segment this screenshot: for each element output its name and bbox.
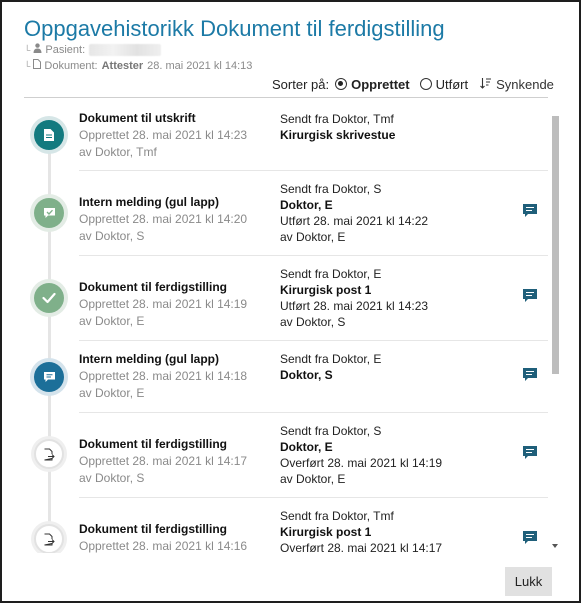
entry-routing: Sendt fra Doktor, S Doktor, E Overført 2… <box>280 423 442 487</box>
message-icon[interactable] <box>522 203 538 219</box>
document-icon <box>34 120 64 150</box>
entry-separator <box>79 412 548 413</box>
entry-routing: Sendt fra Doktor, E Doktor, S <box>280 351 381 383</box>
entry-title: Dokument til ferdigstilling <box>79 522 228 536</box>
history-entry: Dokument til utskrift Opprettet 28. mai … <box>24 98 548 170</box>
entry-routing: Sendt fra Doktor, S Doktor, E Utført 28.… <box>280 181 428 245</box>
sort-direction-toggle[interactable]: Synkende <box>480 77 554 92</box>
patient-name-redacted <box>89 43 162 56</box>
history-entry: Dokument til ferdigstilling Opprettet 28… <box>24 412 548 497</box>
history-entry: Dokument til ferdigstilling Opprettet 28… <box>24 497 548 553</box>
message-icon[interactable] <box>522 367 538 383</box>
entry-title: Dokument til ferdigstilling <box>79 280 228 294</box>
document-line: └ Dokument: Attester 28. mai 2021 kl 14:… <box>24 59 252 72</box>
entry-recipient: Kirurgisk skrivestue <box>280 128 396 142</box>
entry-created: Opprettet 28. mai 2021 kl 14:16 <box>79 539 248 553</box>
history-entry: Intern melding (gul lapp) Opprettet 28. … <box>24 170 548 255</box>
sort-done-radio[interactable] <box>419 78 432 90</box>
document-forward-icon <box>34 524 64 553</box>
entry-transferred: Overført 28. mai 2021 kl 14:17 <box>280 541 443 553</box>
history-list[interactable]: Dokument til utskrift Opprettet 28. mai … <box>24 98 548 553</box>
document-forward-icon <box>34 439 64 469</box>
entry-info: Dokument til ferdigstilling Opprettet 28… <box>79 436 247 487</box>
entry-recipient: Kirurgisk post 1 <box>280 525 372 539</box>
document-outline-icon <box>33 59 42 72</box>
entry-created: Opprettet 28. mai 2021 kl 14:20 <box>79 212 248 226</box>
sort-done-label[interactable]: Utført <box>436 77 469 92</box>
sort-label: Sorter på: <box>272 76 330 92</box>
sort-created-radio[interactable] <box>335 78 348 90</box>
message-icon[interactable] <box>522 288 538 304</box>
entry-routing: Sendt fra Doktor, Tmf Kirurgisk skrivest… <box>280 111 395 143</box>
message-icon[interactable] <box>522 445 538 461</box>
document-label: Dokument: <box>44 59 98 72</box>
entry-info: Dokument til utskrift Opprettet 28. mai … <box>79 110 247 161</box>
message-check-icon <box>34 198 64 228</box>
entry-done: Utført 28. mai 2021 kl 14:22 <box>280 214 429 228</box>
entry-separator <box>79 255 548 256</box>
entry-created: Opprettet 28. mai 2021 kl 14:17 <box>79 454 248 468</box>
entry-created-by: av Doktor, E <box>79 314 145 328</box>
document-date: 28. mai 2021 kl 14:13 <box>147 59 253 72</box>
entry-created-by: av Doktor, S <box>79 471 145 485</box>
entry-info: Dokument til ferdigstilling Opprettet 28… <box>79 521 247 553</box>
dialog-title: Oppgavehistorikk Dokument til ferdigstil… <box>24 16 445 41</box>
entry-routing: Sendt fra Doktor, E Kirurgisk post 1 Utf… <box>280 266 428 330</box>
entry-created-by: av Doktor, Tmf <box>79 145 157 159</box>
entry-created-by: av Doktor, E <box>79 386 145 400</box>
entry-sent-from: Sendt fra Doktor, Tmf <box>280 112 394 126</box>
check-icon <box>34 283 64 313</box>
entry-title: Intern melding (gul lapp) <box>79 352 219 366</box>
entry-sent-from: Sendt fra Doktor, E <box>280 352 382 366</box>
message-icon <box>34 362 64 392</box>
entry-separator <box>79 340 548 341</box>
entry-title: Intern melding (gul lapp) <box>79 195 219 209</box>
scroll-down-arrow-icon[interactable] <box>552 544 558 548</box>
entry-done-by: av Doktor, S <box>280 315 346 329</box>
sort-created-label[interactable]: Opprettet <box>351 77 410 92</box>
entry-sent-from: Sendt fra Doktor, S <box>280 182 382 196</box>
entry-done-by: av Doktor, E <box>280 230 346 244</box>
history-entry: Dokument til ferdigstilling Opprettet 28… <box>24 255 548 340</box>
entry-done: Utført 28. mai 2021 kl 14:23 <box>280 299 429 313</box>
sort-bar: Sorter på: Opprettet Utført Synkende <box>272 75 554 93</box>
patient-line: └ Pasient: <box>24 43 162 56</box>
patient-label: Pasient: <box>45 43 86 56</box>
entry-recipient: Doktor, S <box>280 368 333 382</box>
entry-created-by: av Doktor, S <box>79 229 145 243</box>
document-type: Attester <box>101 59 144 72</box>
person-icon <box>33 43 42 56</box>
entry-transferred-by: av Doktor, E <box>280 472 346 486</box>
entry-routing: Sendt fra Doktor, Tmf Kirurgisk post 1 O… <box>280 508 442 553</box>
message-icon[interactable] <box>522 530 538 546</box>
scrollbar[interactable] <box>551 114 560 554</box>
sort-descending-icon <box>480 77 492 92</box>
entry-sent-from: Sendt fra Doktor, S <box>280 424 382 438</box>
entry-info: Intern melding (gul lapp) Opprettet 28. … <box>79 194 247 245</box>
tree-corner-icon: └ <box>24 60 31 71</box>
task-history-dialog: Oppgavehistorikk Dokument til ferdigstil… <box>0 0 581 603</box>
entry-separator <box>79 497 548 498</box>
entry-created: Opprettet 28. mai 2021 kl 14:23 <box>79 128 248 142</box>
entry-sent-from: Sendt fra Doktor, Tmf <box>280 509 394 523</box>
entry-created: Opprettet 28. mai 2021 kl 14:19 <box>79 297 248 311</box>
entry-separator <box>79 170 548 171</box>
entry-sent-from: Sendt fra Doktor, E <box>280 267 382 281</box>
history-entry: Intern melding (gul lapp) Opprettet 28. … <box>24 340 548 412</box>
scrollbar-thumb[interactable] <box>552 116 559 374</box>
entry-info: Intern melding (gul lapp) Opprettet 28. … <box>79 351 247 402</box>
entry-title: Dokument til ferdigstilling <box>79 437 228 451</box>
entry-recipient: Kirurgisk post 1 <box>280 283 372 297</box>
entry-title: Dokument til utskrift <box>79 111 196 125</box>
entry-recipient: Doktor, E <box>280 440 333 454</box>
close-button[interactable]: Lukk <box>505 567 552 596</box>
tree-corner-icon: └ <box>24 44 31 55</box>
entry-info: Dokument til ferdigstilling Opprettet 28… <box>79 279 247 330</box>
sort-direction-label: Synkende <box>496 76 554 92</box>
entry-created: Opprettet 28. mai 2021 kl 14:18 <box>79 369 248 383</box>
entry-transferred: Overført 28. mai 2021 kl 14:19 <box>280 456 443 470</box>
entry-recipient: Doktor, E <box>280 198 333 212</box>
